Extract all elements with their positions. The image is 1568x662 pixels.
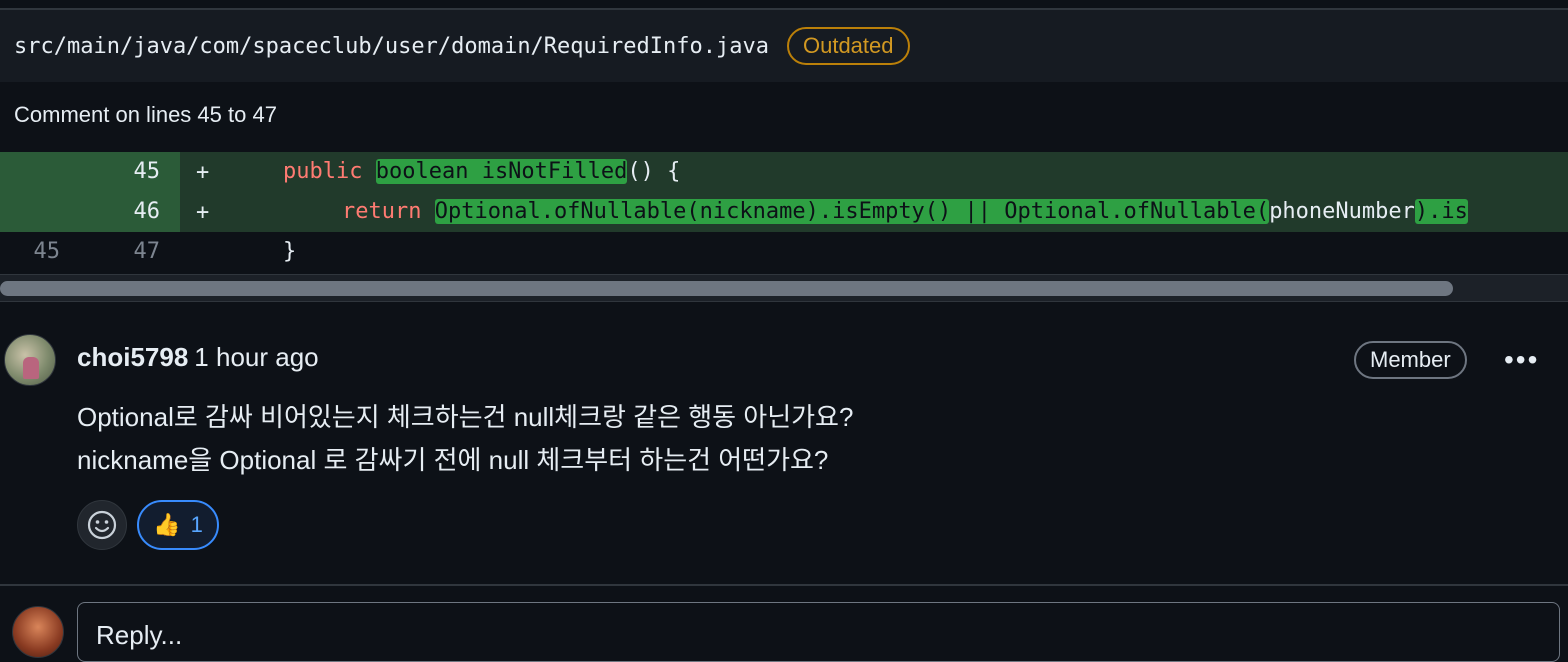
diff-line-context: 45 47 } xyxy=(0,232,1568,272)
new-line-number: 46 xyxy=(60,192,180,232)
file-header: src/main/java/com/spaceclub/user/domain/… xyxy=(0,8,1568,82)
file-path[interactable]: src/main/java/com/spaceclub/user/domain/… xyxy=(14,34,769,59)
old-line-number: 45 xyxy=(33,239,61,264)
comment-range-label: Comment on lines 45 to 47 xyxy=(14,102,277,127)
thumbs-up-icon: 👍 xyxy=(153,512,181,537)
author-avatar[interactable] xyxy=(4,334,56,386)
add-reaction-button[interactable] xyxy=(77,500,127,550)
current-user-avatar xyxy=(12,606,64,658)
reply-input[interactable] xyxy=(94,617,1538,653)
old-line-number xyxy=(0,192,60,232)
code-line: return Optional.ofNullable(nickname).isE… xyxy=(342,199,1468,224)
comment-body: Optional로 감싸 비어있는지 체크하는건 null체크랑 같은 행동 아… xyxy=(77,396,853,482)
smiley-icon xyxy=(87,510,117,540)
diff-marker: + xyxy=(196,200,210,225)
diff-line-added: 46 + return Optional.ofNullable(nickname… xyxy=(0,192,1568,232)
diff-snippet: 45 + public boolean isNotFilled() { 46 +… xyxy=(0,152,1568,272)
author-name[interactable]: choi5798 xyxy=(77,342,188,372)
new-line-number: 45 xyxy=(60,152,180,192)
diff-marker: + xyxy=(196,160,210,185)
more-options-icon[interactable]: ••• xyxy=(1504,344,1539,376)
comment-body-line: Optional로 감싸 비어있는지 체크하는건 null체크랑 같은 행동 아… xyxy=(77,402,854,432)
member-badge: Member xyxy=(1354,341,1467,379)
comment-body-line: nickname을 Optional 로 감싸기 전에 null 체크부터 하는… xyxy=(77,445,829,475)
reply-box[interactable] xyxy=(77,602,1560,662)
outdated-badge: Outdated xyxy=(786,27,910,65)
comment-header: choi5798 1 hour ago xyxy=(77,342,319,373)
code-line: public boolean isNotFilled() { xyxy=(283,159,681,184)
thumbs-up-reaction-button[interactable]: 👍 1 xyxy=(137,500,219,550)
divider xyxy=(0,584,1568,586)
new-line-number: 47 xyxy=(133,239,161,264)
reaction-count: 1 xyxy=(190,512,203,537)
scrollbar-thumb[interactable] xyxy=(0,281,1453,296)
code-line: } xyxy=(283,239,297,264)
horizontal-scrollbar[interactable] xyxy=(0,274,1568,302)
diff-line-added: 45 + public boolean isNotFilled() { xyxy=(0,152,1568,192)
old-line-number xyxy=(0,152,60,192)
comment-timestamp[interactable]: 1 hour ago xyxy=(194,342,318,372)
